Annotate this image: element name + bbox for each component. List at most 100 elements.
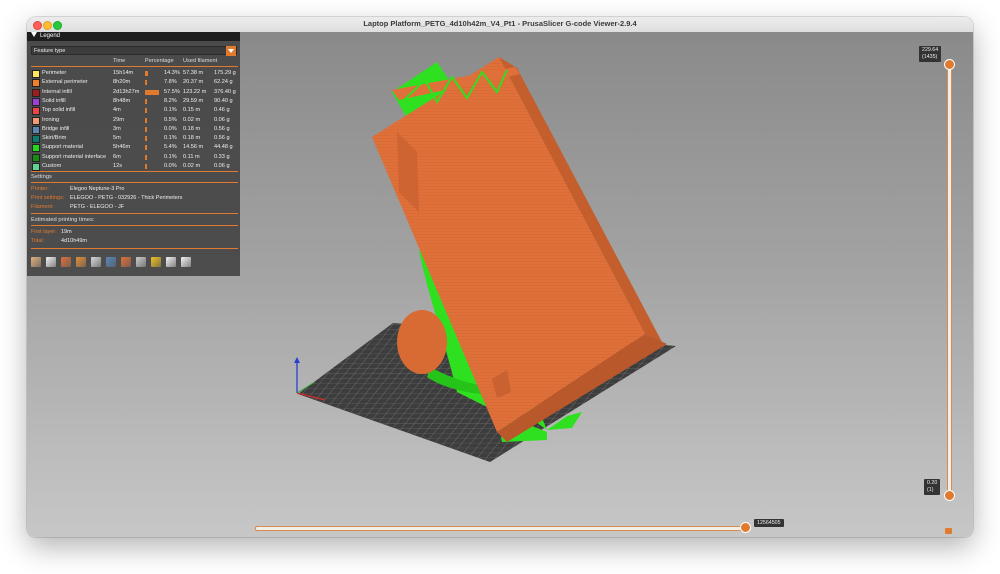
color-swatch [32,116,40,125]
deretractions-icon[interactable] [76,257,86,267]
divider [31,213,238,214]
feature-time: 29m [113,116,124,123]
legend-row[interactable]: Internal infill 2d13h27m 57.5% 123.22 m 376.… [27,88,240,97]
printer-row: Printer: Elegoo Neptune-3 Pro [31,186,124,192]
legend-header[interactable]: Legend [27,32,240,41]
feature-name: Support material [42,144,84,151]
feature-length: 0.15 m [183,107,201,114]
legend-panel: Legend Feature type Time Percentage Used… [27,32,240,276]
feature-name: Bridge infill [42,125,70,132]
legend-row[interactable]: Custom 12s 0.0% 0.02 m 0.06 g [27,162,240,171]
color-swatch [32,153,40,162]
total-label: Total: [31,238,45,244]
divider [31,182,238,183]
feature-weight: 175.29 g [214,70,236,76]
feature-percentage: 0.5% [164,116,177,123]
color-swatch [32,70,40,78]
wipe-icon[interactable] [46,257,56,267]
percentage-bar [145,145,147,151]
printer-label: Printer: [31,186,49,192]
feature-length: 20.37 m [183,79,204,86]
feature-length: 0.18 m [183,125,201,132]
color-swatch [32,135,40,144]
feature-time: 6m [113,153,121,160]
feature-name: Top solid infill [42,107,76,114]
shells-icon[interactable] [181,257,191,267]
legend-row[interactable]: Support material interface 6m 0.1% 0.11 m 0.… [27,153,240,162]
feature-weight: 0.33 g [214,153,230,160]
color-swatch [32,125,40,134]
layers-top-index: (1435) [922,54,938,60]
feature-percentage: 0.0% [164,125,177,132]
feature-time: 5h46m [113,144,131,151]
custom-gcodes-icon[interactable] [151,257,161,267]
filament-label: Filament: [31,204,54,210]
percentage-bar [145,71,149,76]
feature-name: Support material interface [42,153,107,160]
title-bar: Laptop Platform_PETG_4d10h42m_V4_Pt1 - P… [27,17,973,33]
retractions-icon[interactable] [61,257,71,267]
layers-slider-bottom-thumb[interactable] [944,490,955,501]
color-swatch [32,163,40,171]
feature-name: External perimeter [42,79,88,86]
moves-slider-track[interactable] [255,526,749,531]
first-layer-label: First layer: [31,229,57,235]
tool-changes-icon[interactable] [106,257,116,267]
first-layer-value: 19m [61,229,72,235]
moves-slider-thumb[interactable] [740,522,751,533]
feature-percentage: 8.2% [164,97,177,104]
layers-bottom-label: 0.20 (1) [924,479,941,495]
col-percentage: Percentage [145,58,174,64]
feature-weight: 0.06 g [214,163,230,169]
percentage-bar [145,136,147,142]
layers-top-height: 229.64 [922,47,939,53]
color-swatch [32,88,40,97]
color-swatch [32,107,40,116]
feature-percentage: 0.1% [164,107,177,114]
percentage-bar [145,98,147,104]
print-settings-row: Print settings: ELEGOO - PETG - 032926 - … [31,195,182,201]
legend-row[interactable]: Ironing 29m 0.5% 0.02 m 0.06 g [27,116,240,125]
layers-slider-track[interactable] [947,64,952,497]
one-layer-lock-icon[interactable] [945,528,952,534]
feature-weight: 376.40 g [214,88,236,95]
feature-weight: 90.40 g [214,97,233,104]
print-settings-value: ELEGOO - PETG - 032926 - Thick Perimeter… [70,195,183,201]
travel-icon[interactable] [31,257,41,267]
feature-name: Custom [42,163,62,169]
app-window: Laptop Platform_PETG_4d10h42m_V4_Pt1 - P… [27,17,973,537]
pause-prints-icon[interactable] [136,257,146,267]
legend-row[interactable]: Support material 5h46m 5.4% 14.56 m 44.48 g [27,143,240,153]
view-type-select[interactable]: Feature type [31,46,237,56]
legend-row[interactable]: External perimeter 8h20m 7.8% 20.37 m 62.24 … [27,78,240,88]
feature-name: Internal infill [42,88,72,95]
feature-weight: 0.46 g [214,107,230,114]
legend-row[interactable]: Skirt/Brim 5m 0.1% 0.18 m 0.56 g [27,134,240,144]
divider [31,171,238,172]
legend-row[interactable]: Top solid infill 4m 0.1% 0.15 m 0.46 g [27,106,240,116]
collapse-triangle-icon[interactable] [31,32,37,37]
feature-percentage: 7.8% [164,79,177,86]
percentage-bar [145,108,147,114]
3d-viewport[interactable]: Legend Feature type Time Percentage Used… [27,32,973,537]
feature-weight: 62.24 g [214,79,233,86]
feature-percentage: 0.1% [164,135,177,142]
color-swatch [32,144,40,153]
feature-weight: 44.48 g [214,144,233,151]
color-changes-icon[interactable] [121,257,131,267]
settings-heading: Settings [31,174,52,180]
layers-slider-top-thumb[interactable] [944,59,955,70]
percentage-bar [145,154,147,160]
layers-bottom-height: 0.20 [927,480,938,486]
seams-icon[interactable] [91,257,101,267]
center-of-gravity-icon[interactable] [166,257,176,267]
legend-row[interactable]: Solid infill 8h48m 8.2% 29.59 m 90.40 g [27,97,240,106]
color-swatch [32,79,40,88]
feature-length: 0.02 m [183,116,201,123]
feature-percentage: 0.0% [164,163,177,169]
legend-row[interactable]: Bridge infill 3m 0.0% 0.18 m 0.56 g [27,125,240,134]
chevron-down-icon[interactable] [226,46,236,56]
feature-length: 57.38 m [183,70,204,76]
legend-row[interactable]: Perimeter 15h14m 14.3% 57.38 m 175.29 g [27,69,240,78]
feature-time: 5m [113,135,121,142]
